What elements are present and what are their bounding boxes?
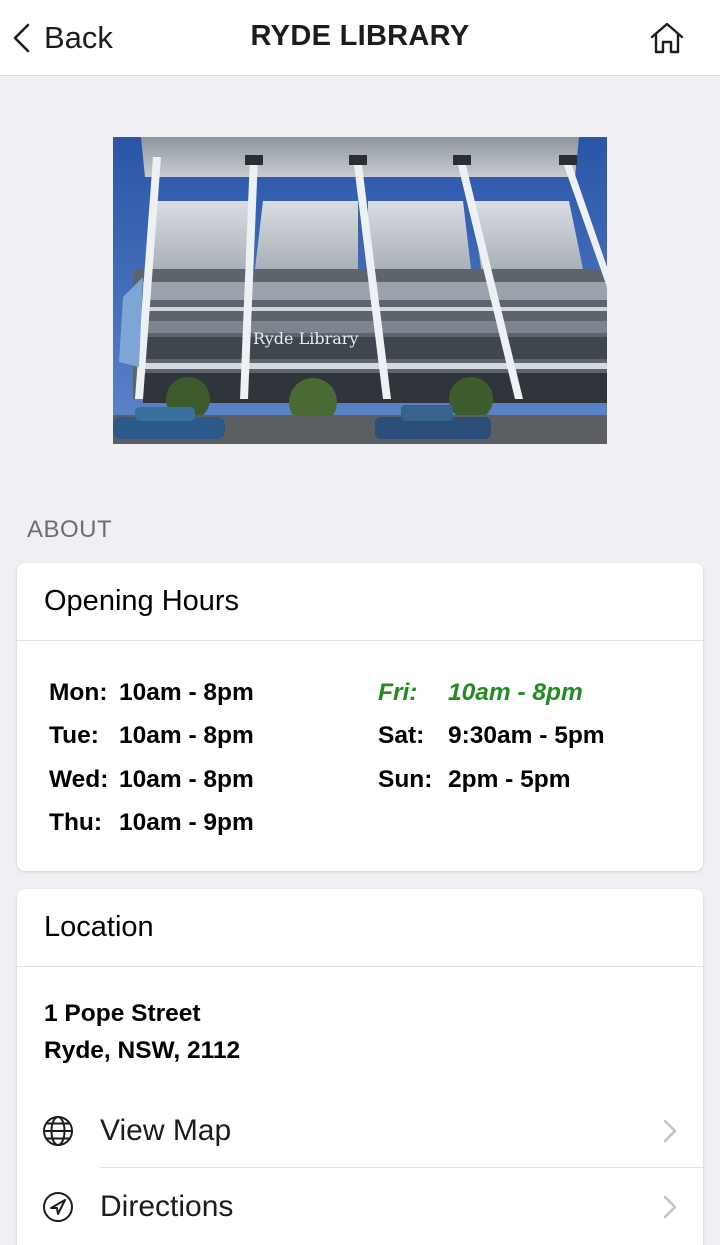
compass-arrow-icon — [43, 1192, 73, 1222]
hours-row-thu: Thu: 10am - 9pm — [49, 802, 254, 846]
hours-row-wed: Wed: 10am - 8pm — [49, 758, 254, 802]
hours-row-mon: Mon: 10am - 8pm — [49, 671, 254, 715]
page-title: RYDE LIBRARY — [250, 20, 470, 52]
hours-row-sat: Sat: 9:30am - 5pm — [378, 715, 605, 759]
hours-row-fri: Fri: 10am - 8pm — [378, 671, 605, 715]
library-photo: Ryde Library — [113, 137, 607, 444]
location-title: Location — [17, 889, 703, 967]
hours-row-tue: Tue: 10am - 8pm — [49, 715, 254, 759]
hours-day: Wed: — [49, 765, 109, 793]
opening-hours-card: Opening Hours Mon: 10am - 8pm Tue: 10am … — [17, 563, 703, 871]
hours-day: Sun: — [378, 765, 433, 793]
section-header-about: ABOUT — [27, 516, 113, 543]
view-map-label: View Map — [100, 1114, 232, 1147]
globe-icon — [43, 1116, 73, 1146]
home-icon — [650, 22, 684, 54]
address-line-2: Ryde, NSW, 2112 — [44, 1037, 241, 1064]
hours-day: Mon: — [49, 678, 108, 706]
hours-column-left: Mon: 10am - 8pm Tue: 10am - 8pm Wed: 10a… — [49, 671, 254, 845]
directions-row[interactable]: Directions — [17, 1169, 703, 1245]
view-map-row[interactable]: View Map — [17, 1093, 703, 1169]
row-separator — [100, 1167, 703, 1168]
hours-time: 10am - 8pm — [448, 678, 583, 706]
photo-sign-text: Ryde Library — [253, 329, 358, 348]
address: 1 Pope Street Ryde, NSW, 2112 — [44, 995, 240, 1069]
directions-label: Directions — [100, 1190, 234, 1223]
nav-bar: Back RYDE LIBRARY — [0, 0, 720, 76]
hours-time: 2pm - 5pm — [448, 765, 571, 793]
location-card: Location 1 Pope Street Ryde, NSW, 2112 V… — [17, 889, 703, 1245]
home-button[interactable] — [648, 20, 686, 56]
hours-time: 10am - 9pm — [119, 809, 254, 837]
hours-time: 10am - 8pm — [119, 678, 254, 706]
hours-time: 10am - 8pm — [119, 722, 254, 750]
chevron-right-icon — [663, 1195, 677, 1219]
hours-row-sun: Sun: 2pm - 5pm — [378, 758, 605, 802]
address-line-1: 1 Pope Street — [44, 1000, 201, 1027]
hours-day: Fri: — [378, 678, 418, 706]
opening-hours-title: Opening Hours — [17, 563, 703, 641]
hours-day: Sat: — [378, 722, 425, 750]
hours-day: Thu: — [49, 809, 103, 837]
chevron-right-icon — [663, 1119, 677, 1143]
hours-time: 10am - 8pm — [119, 765, 254, 793]
hours-day: Tue: — [49, 722, 99, 750]
hours-column-right: Fri: 10am - 8pm Sat: 9:30am - 5pm Sun: 2… — [378, 671, 605, 802]
hours-time: 9:30am - 5pm — [448, 722, 605, 750]
